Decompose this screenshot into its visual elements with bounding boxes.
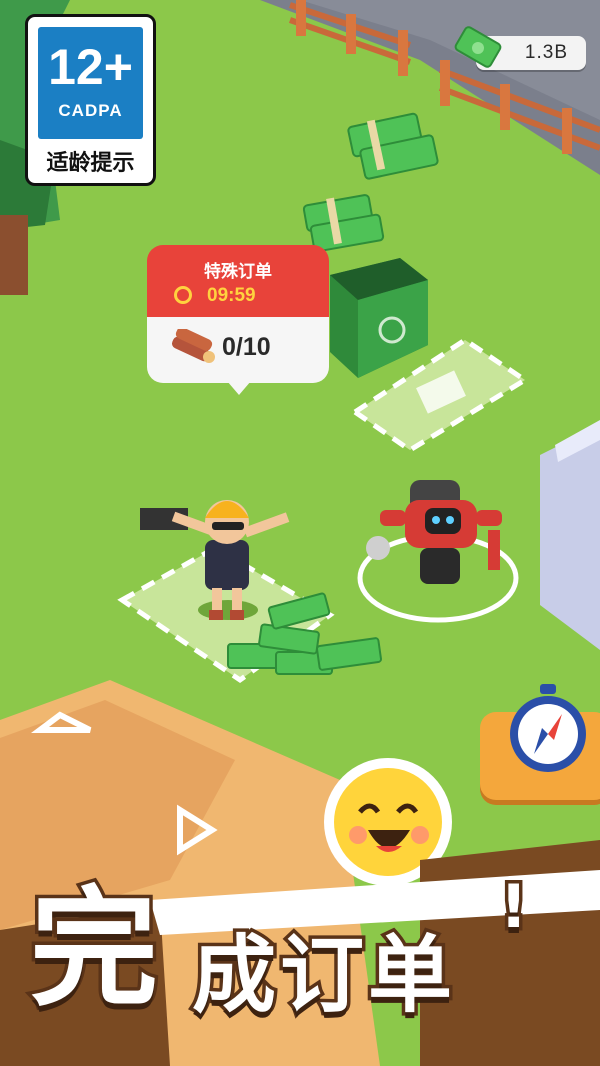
order-title: 特殊订单	[204, 262, 272, 282]
rating-tip: 适龄提示	[46, 151, 135, 176]
bubble-tail	[227, 381, 251, 395]
banner-first-char: 完	[26, 875, 161, 1024]
special-order-bubble[interactable]: 特殊订单 09:59 0/10	[147, 245, 329, 395]
compass-button[interactable]	[480, 684, 600, 800]
order-progress: 0/10	[222, 333, 271, 361]
wood-logs-icon	[171, 329, 215, 363]
rating-org: CADPA	[58, 101, 123, 120]
game-scene[interactable]: 12+ CADPA 适龄提示 1.3B 特殊订单 09:59 0/10 完 成订…	[0, 0, 600, 1066]
order-timer: 09:59	[207, 285, 256, 306]
clock-icon	[174, 286, 192, 304]
compass-icon	[510, 684, 586, 772]
age-rating-badge: 12+ CADPA 适龄提示	[25, 14, 156, 186]
cash-icon	[454, 26, 502, 68]
rating-age: 12+	[48, 39, 133, 95]
banner-rest-text: 成订单	[188, 923, 457, 1028]
rating-panel: 12+ CADPA	[38, 27, 143, 139]
banner-exclaim: !	[496, 869, 530, 946]
currency-value: 1.3B	[524, 42, 568, 63]
